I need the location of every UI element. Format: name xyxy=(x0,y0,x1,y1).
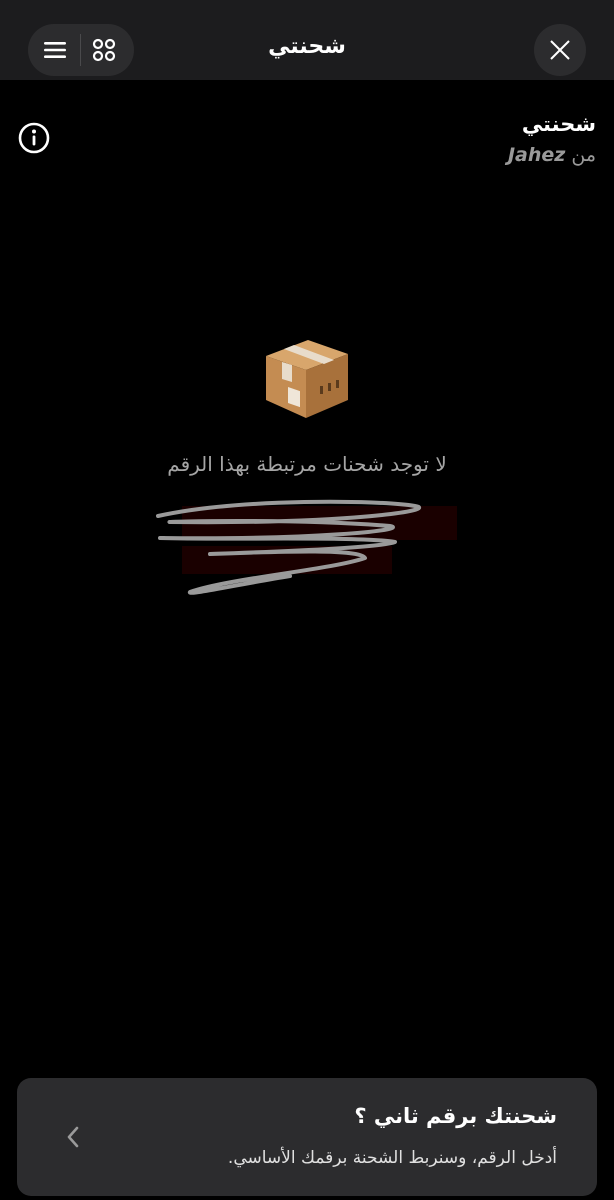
redacted-phone-number xyxy=(150,496,470,606)
second-number-card[interactable]: شحنتك برقم ثاني ؟ أدخل الرقم، وسنربط الش… xyxy=(17,1078,597,1196)
grid-icon[interactable] xyxy=(92,38,116,62)
card-subtitle: أدخل الرقم، وسنربط الشحنة برقمك الأساسي. xyxy=(227,1148,557,1168)
shipment-source: من Jahez xyxy=(508,144,596,166)
menu-icon[interactable] xyxy=(43,38,67,62)
card-title: شحنتك برقم ثاني ؟ xyxy=(354,1104,557,1128)
brand-name: Jahez xyxy=(507,144,566,166)
shipment-header: شحنتي من Jahez xyxy=(508,112,596,166)
close-icon xyxy=(550,40,570,60)
chevron-left-icon[interactable] xyxy=(65,1125,81,1153)
shipment-title: شحنتي xyxy=(521,112,596,136)
pill-divider xyxy=(80,34,81,66)
info-button[interactable] xyxy=(18,122,50,154)
app-controls-pill xyxy=(28,24,134,76)
info-icon xyxy=(18,122,50,154)
from-label: من xyxy=(571,144,596,166)
close-button[interactable] xyxy=(534,24,586,76)
top-bar: شحنتي xyxy=(0,0,614,80)
page-title: شحنتي xyxy=(268,34,346,59)
package-icon xyxy=(262,334,352,420)
empty-state-message: لا توجد شحنات مرتبطة بهذا الرقم xyxy=(167,452,447,476)
